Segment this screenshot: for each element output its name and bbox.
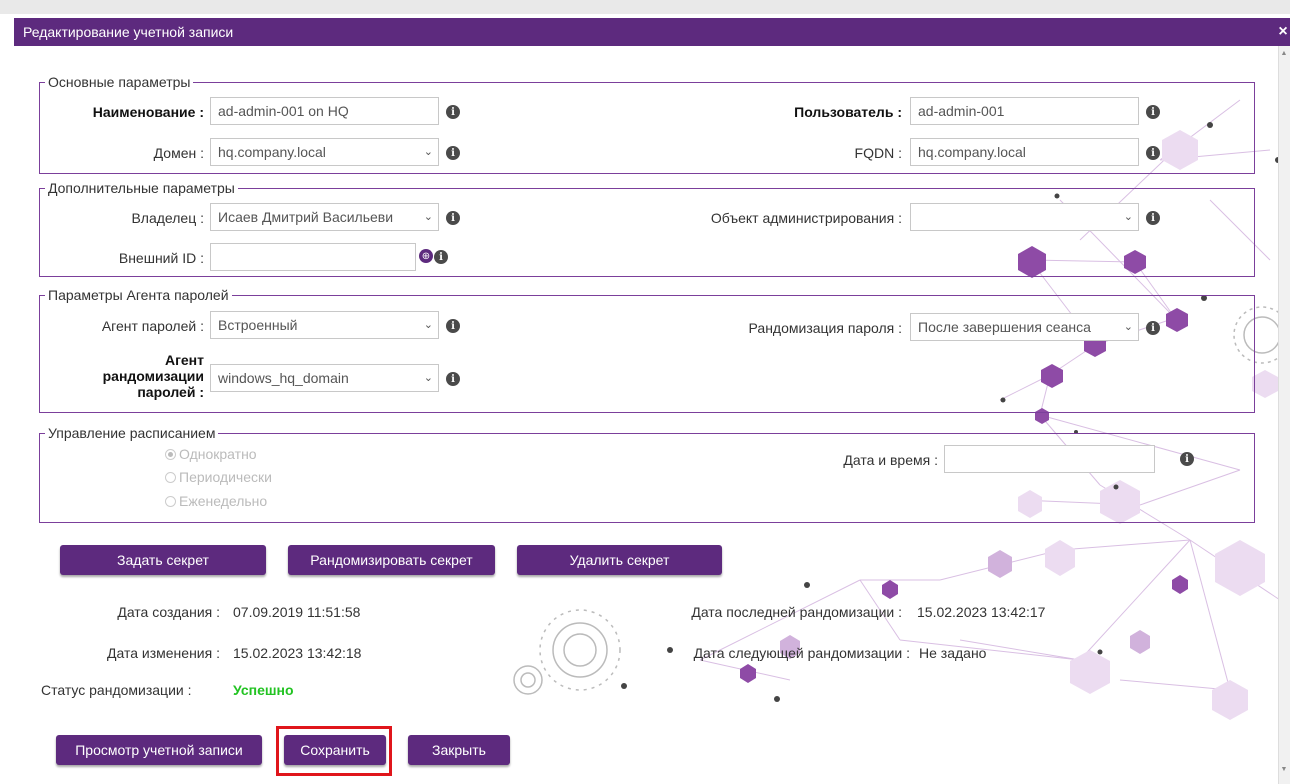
name-input[interactable]: ad-admin-001 on HQ <box>210 97 439 125</box>
rand-agent-label: Агент рандомизации паролей : <box>40 352 204 400</box>
schedule-option-periodic[interactable]: Периодически <box>165 469 272 485</box>
chevron-down-icon: ⌄ <box>423 211 433 223</box>
admin-object-select[interactable]: ⌄ <box>910 203 1139 231</box>
datetime-label: Дата и время : <box>843 452 938 468</box>
rand-agent-info-icon[interactable]: i <box>446 372 460 386</box>
rand-agent-label-line-1: Агент <box>164 352 204 368</box>
created-label: Дата создания : <box>117 604 220 620</box>
rand-agent-label-line-3: паролей : <box>137 384 204 400</box>
schedule-option-weekly[interactable]: Еженедельно <box>165 493 267 509</box>
schedule-option-once-label: Однократно <box>179 446 257 462</box>
globe-icon[interactable]: ⊕ <box>419 249 433 263</box>
fqdn-input[interactable]: hq.company.local <box>910 138 1139 166</box>
close-button[interactable]: Закрыть <box>408 735 510 765</box>
rand-value: После завершения сеанса <box>918 319 1091 335</box>
agent-info-icon[interactable]: i <box>446 319 460 333</box>
domain-info-icon[interactable]: i <box>446 146 460 160</box>
owner-label: Владелец : <box>131 210 204 226</box>
agent-value: Встроенный <box>218 317 298 333</box>
rand-label: Рандомизация пароля : <box>748 320 902 336</box>
set-secret-button[interactable]: Задать секрет <box>60 545 266 575</box>
next-rand-value: Не задано <box>919 645 987 661</box>
scroll-down-icon[interactable]: ▼ <box>1279 766 1289 778</box>
agent-params-section: Параметры Агента паролей <box>39 287 1255 413</box>
domain-label: Домен : <box>153 145 204 161</box>
external-id-info-icon[interactable]: i <box>434 250 448 264</box>
user-label: Пользователь : <box>794 104 902 120</box>
save-highlight-box <box>276 726 392 776</box>
radio-selected-icon <box>165 448 176 460</box>
domain-value: hq.company.local <box>218 144 326 160</box>
delete-secret-button[interactable]: Удалить секрет <box>517 545 722 575</box>
status-label: Статус рандомизации : <box>41 682 192 698</box>
created-value: 07.09.2019 11:51:58 <box>233 604 361 620</box>
rand-agent-label-line-2: рандомизации <box>102 368 204 384</box>
radio-icon <box>165 471 176 483</box>
datetime-input[interactable] <box>944 445 1155 473</box>
main-params-legend: Основные параметры <box>48 74 191 90</box>
chevron-down-icon: ⌄ <box>1123 321 1133 333</box>
admin-object-label: Объект администрирования : <box>710 210 902 226</box>
external-id-input[interactable] <box>210 243 416 271</box>
extra-params-legend: Дополнительные параметры <box>48 180 235 196</box>
external-id-label: Внешний ID : <box>118 250 204 266</box>
rand-info-icon[interactable]: i <box>1146 321 1160 335</box>
chevron-down-icon: ⌄ <box>1123 211 1133 223</box>
chevron-down-icon: ⌄ <box>423 146 433 158</box>
admin-object-info-icon[interactable]: i <box>1146 211 1160 225</box>
next-rand-label: Дата следующей рандомизации : <box>693 645 910 661</box>
status-value: Успешно <box>233 682 294 698</box>
name-info-icon[interactable]: i <box>446 105 460 119</box>
rand-agent-value: windows_hq_domain <box>218 370 349 386</box>
owner-value: Исаев Дмитрий Васильеви <box>218 209 394 225</box>
last-rand-label: Дата последней рандомизации : <box>691 604 902 620</box>
schedule-option-once[interactable]: Однократно <box>165 446 257 462</box>
rand-select[interactable]: После завершения сеанса ⌄ <box>910 313 1139 341</box>
schedule-option-weekly-label: Еженедельно <box>179 493 268 509</box>
agent-label: Агент паролей : <box>101 318 204 334</box>
user-input[interactable]: ad-admin-001 <box>910 97 1139 125</box>
close-icon[interactable]: × <box>1276 18 1290 46</box>
modified-value: 15.02.2023 13:42:18 <box>233 645 362 661</box>
fqdn-info-icon[interactable]: i <box>1146 146 1160 160</box>
user-info-icon[interactable]: i <box>1146 105 1160 119</box>
view-account-button[interactable]: Просмотр учетной записи <box>56 735 262 765</box>
datetime-info-icon[interactable]: i <box>1180 452 1194 466</box>
modified-label: Дата изменения : <box>107 645 220 661</box>
owner-select[interactable]: Исаев Дмитрий Васильеви ⌄ <box>210 203 439 231</box>
schedule-legend: Управление расписанием <box>48 425 216 441</box>
last-rand-value: 15.02.2023 13:42:17 <box>917 604 1046 620</box>
chevron-down-icon: ⌄ <box>423 319 433 331</box>
chevron-down-icon: ⌄ <box>423 372 433 384</box>
scrollbar[interactable] <box>1278 46 1290 784</box>
rand-agent-select[interactable]: windows_hq_domain ⌄ <box>210 364 439 392</box>
dialog-title: Редактирование учетной записи <box>14 18 1276 46</box>
randomize-secret-button[interactable]: Рандомизировать секрет <box>288 545 495 575</box>
agent-select[interactable]: Встроенный ⌄ <box>210 311 439 339</box>
name-label: Наименование : <box>92 104 204 120</box>
radio-icon <box>165 495 176 507</box>
scroll-up-icon[interactable]: ▲ <box>1279 50 1289 62</box>
domain-select[interactable]: hq.company.local ⌄ <box>210 138 439 166</box>
schedule-option-periodic-label: Периодически <box>179 469 272 485</box>
owner-info-icon[interactable]: i <box>446 211 460 225</box>
fqdn-label: FQDN : <box>854 145 902 161</box>
agent-params-legend: Параметры Агента паролей <box>48 287 229 303</box>
